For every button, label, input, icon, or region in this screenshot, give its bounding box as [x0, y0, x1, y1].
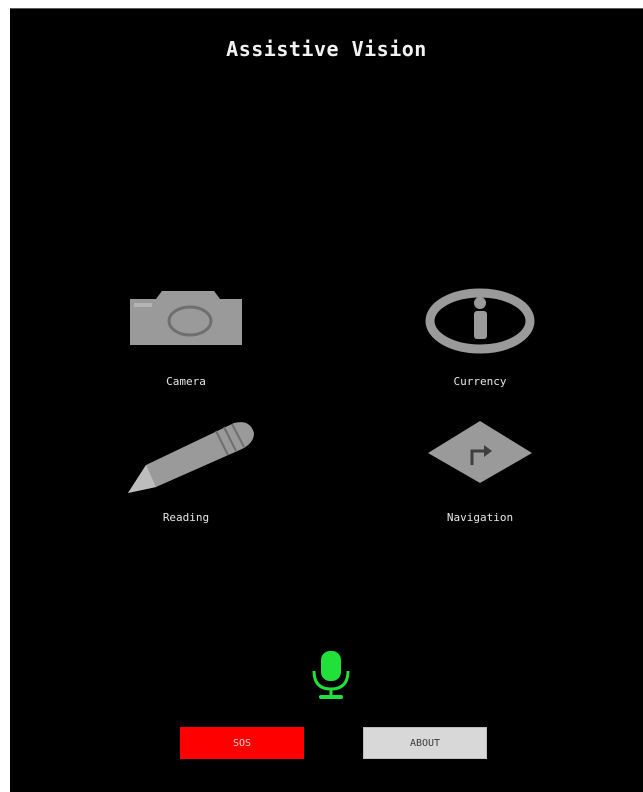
info-icon: [390, 287, 570, 362]
reading-feature-button[interactable]: Reading: [96, 417, 276, 537]
reading-label: Reading: [162, 511, 210, 524]
navigation-feature-button[interactable]: Navigation: [390, 417, 570, 537]
app-screen: Assistive Vision Camera Currency Reading…: [10, 8, 643, 792]
camera-icon: [96, 287, 276, 362]
microphone-button[interactable]: [306, 649, 356, 701]
directions-icon: [390, 417, 570, 492]
sos-button[interactable]: SOS: [180, 727, 304, 759]
microphone-icon: [312, 651, 350, 699]
app-title: Assistive Vision: [226, 37, 427, 61]
camera-feature-button[interactable]: Camera: [96, 287, 276, 407]
about-button[interactable]: ABOUT: [363, 727, 487, 759]
device-frame: Assistive Vision Camera Currency Reading…: [0, 0, 643, 792]
navigation-label: Navigation: [446, 511, 514, 524]
camera-label: Camera: [166, 375, 206, 388]
currency-feature-button[interactable]: Currency: [390, 287, 570, 407]
currency-label: Currency: [453, 375, 507, 388]
pencil-icon: [96, 417, 276, 493]
